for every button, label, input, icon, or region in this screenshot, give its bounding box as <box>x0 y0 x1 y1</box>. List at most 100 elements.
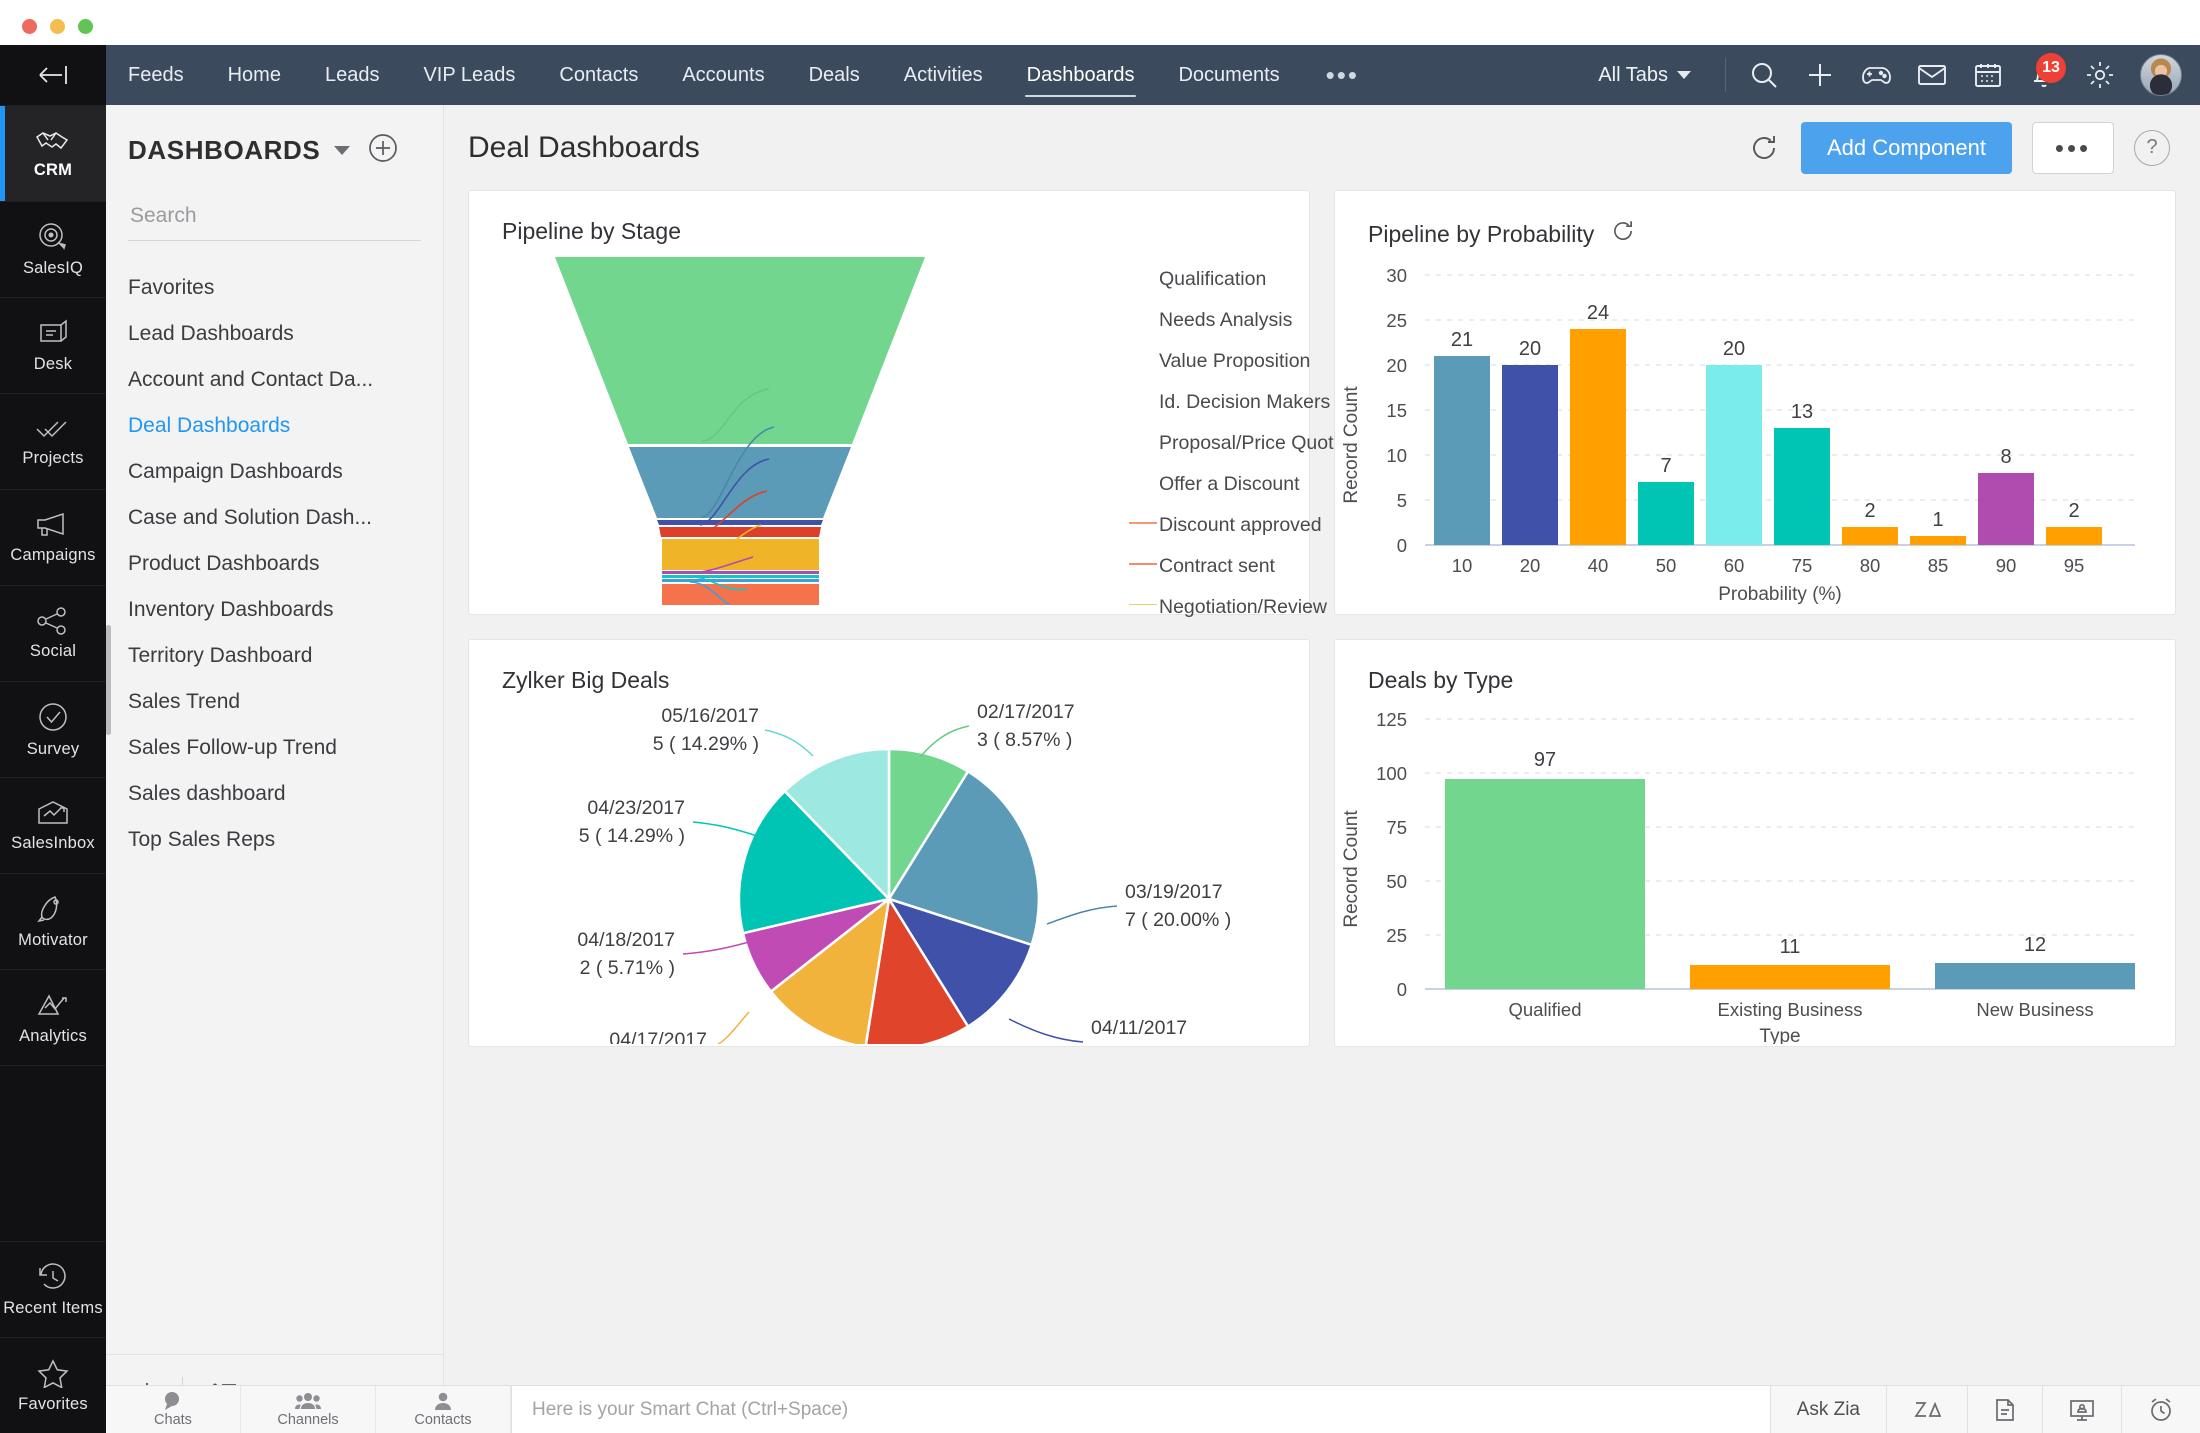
notification-badge: 13 <box>2036 53 2066 83</box>
list-item[interactable]: Case and Solution Dash... <box>106 495 443 541</box>
list-item[interactable]: Sales Follow-up Trend <box>106 725 443 771</box>
panel-scrollbar[interactable] <box>106 625 111 735</box>
bar[interactable] <box>1502 365 1558 545</box>
calendar-icon[interactable] <box>1960 45 2016 105</box>
nav-tab-feeds[interactable]: Feeds <box>106 45 206 105</box>
y-tick-label: 100 <box>1376 763 1407 784</box>
gamepad-icon[interactable] <box>1848 45 1904 105</box>
notes-icon[interactable] <box>1967 1385 2042 1433</box>
list-item[interactable]: Sales Trend <box>106 679 443 725</box>
pie-leader-line <box>692 821 758 837</box>
ask-zia-button[interactable]: Ask Zia <box>1769 1385 1886 1433</box>
sidebar-item-label: SalesInbox <box>11 833 95 852</box>
bar[interactable] <box>1638 482 1694 545</box>
gear-icon[interactable] <box>2072 45 2128 105</box>
bar[interactable] <box>1842 527 1898 545</box>
smart-chat-input[interactable] <box>532 1398 1770 1421</box>
nav-divider <box>1725 58 1726 92</box>
sidebar-item-desk[interactable]: Desk <box>0 297 106 393</box>
sidebar-item-crm[interactable]: CRM <box>0 105 106 201</box>
bell-icon[interactable]: 13 <box>2016 45 2072 105</box>
nav-tab-accounts[interactable]: Accounts <box>660 45 786 105</box>
zia-icon[interactable] <box>1886 1385 1967 1433</box>
refresh-icon[interactable] <box>1610 218 1636 250</box>
sidebar-item-salesinbox[interactable]: SalesInbox <box>0 777 106 873</box>
chevron-down-icon[interactable] <box>334 146 351 155</box>
refresh-icon[interactable] <box>1747 131 1781 165</box>
nav-tab-contacts[interactable]: Contacts <box>537 45 660 105</box>
list-item[interactable]: Product Dashboards <box>106 541 443 587</box>
nav-tab-vip-leads[interactable]: VIP Leads <box>401 45 537 105</box>
list-item-deal-dashboards[interactable]: Deal Dashboards <box>106 403 443 449</box>
y-tick-label: 0 <box>1397 979 1407 1000</box>
panel-title: DASHBOARDS <box>128 135 321 165</box>
sidebar-item-survey[interactable]: Survey <box>0 681 106 777</box>
pie-leader-line <box>1046 905 1118 925</box>
bar-value-label: 21 <box>1451 329 1473 351</box>
bar[interactable] <box>1706 365 1762 545</box>
sidebar-item-projects[interactable]: Projects <box>0 393 106 489</box>
sidebar-item-motivator[interactable]: Motivator <box>0 873 106 969</box>
list-item[interactable]: Territory Dashboard <box>106 633 443 679</box>
chat-tab-chats[interactable]: Chats <box>106 1385 241 1433</box>
collapse-left-icon[interactable] <box>0 45 106 105</box>
sidebar-item-salesiq[interactable]: SalesIQ <box>0 201 106 297</box>
alarm-clock-icon[interactable] <box>2121 1385 2200 1433</box>
nav-tab-activities[interactable]: Activities <box>882 45 1005 105</box>
list-item[interactable]: Account and Contact Da... <box>106 357 443 403</box>
search-input[interactable] <box>128 198 421 240</box>
pie-label: 04/23/2017 <box>587 797 685 819</box>
smart-chat-input-wrap <box>511 1385 1770 1433</box>
pie-value: 7 ( 20.00% ) <box>1125 909 1231 931</box>
all-tabs-dropdown[interactable]: All Tabs <box>1574 64 1715 87</box>
plus-icon[interactable] <box>1792 45 1848 105</box>
help-button[interactable]: ? <box>2134 129 2170 166</box>
sidebar-item-campaigns[interactable]: Campaigns <box>0 489 106 585</box>
nav-tab-dashboards[interactable]: Dashboards <box>1005 45 1157 105</box>
bar[interactable] <box>2046 527 2102 545</box>
nav-tab-documents[interactable]: Documents <box>1156 45 1301 105</box>
mail-icon[interactable] <box>1904 45 1960 105</box>
all-tabs-label: All Tabs <box>1598 63 1668 86</box>
list-item[interactable]: Inventory Dashboards <box>106 587 443 633</box>
plus-circle-icon[interactable] <box>366 131 400 170</box>
sidebar-item-analytics[interactable]: Analytics <box>0 969 106 1065</box>
presentation-icon[interactable] <box>2042 1385 2121 1433</box>
list-item[interactable]: Sales dashboard <box>106 771 443 817</box>
sidebar-item-recent-items[interactable]: Recent Items <box>0 1241 106 1337</box>
minimize-window-button[interactable] <box>50 19 65 34</box>
chat-tab-label: Channels <box>277 1412 339 1428</box>
y-tick-label: 10 <box>1386 445 1407 466</box>
chat-tab-contacts[interactable]: Contacts <box>376 1385 511 1433</box>
bar[interactable] <box>1910 536 1966 545</box>
bar[interactable] <box>1570 329 1626 545</box>
nav-tab-leads[interactable]: Leads <box>303 45 402 105</box>
list-item[interactable]: Campaign Dashboards <box>106 449 443 495</box>
bar[interactable] <box>1690 965 1890 989</box>
nav-tab-home[interactable]: Home <box>206 45 303 105</box>
list-item[interactable]: Favorites <box>106 265 443 311</box>
search-icon[interactable] <box>1736 45 1792 105</box>
more-options-button[interactable]: ••• <box>2032 121 2114 174</box>
add-component-button[interactable]: Add Component <box>1801 121 2012 174</box>
bar[interactable] <box>1978 473 2034 545</box>
x-tick-label: 60 <box>1724 555 1745 576</box>
avatar[interactable] <box>2140 54 2182 96</box>
bar[interactable] <box>1445 779 1645 989</box>
zoom-window-button[interactable] <box>78 19 93 34</box>
bar[interactable] <box>1774 428 1830 545</box>
chat-right-actions: Ask Zia <box>1769 1385 2200 1433</box>
chat-tab-channels[interactable]: Channels <box>241 1385 376 1433</box>
nav-tab-deals[interactable]: Deals <box>787 45 882 105</box>
top-navigation: Feeds Home Leads VIP Leads Contacts Acco… <box>106 45 2200 105</box>
bar[interactable] <box>1434 356 1490 545</box>
sidebar-item-favorites[interactable]: Favorites <box>0 1337 106 1433</box>
sidebar-item-social[interactable]: Social <box>0 585 106 681</box>
bar[interactable] <box>1935 963 2135 989</box>
list-item[interactable]: Top Sales Reps <box>106 817 443 863</box>
list-item[interactable]: Lead Dashboards <box>106 311 443 357</box>
bar-value-label: 8 <box>2000 446 2011 468</box>
close-window-button[interactable] <box>22 19 37 34</box>
pie-value: 5 ( 14.29% ) <box>653 733 759 755</box>
nav-more-icon[interactable]: ••• <box>1302 62 1383 88</box>
